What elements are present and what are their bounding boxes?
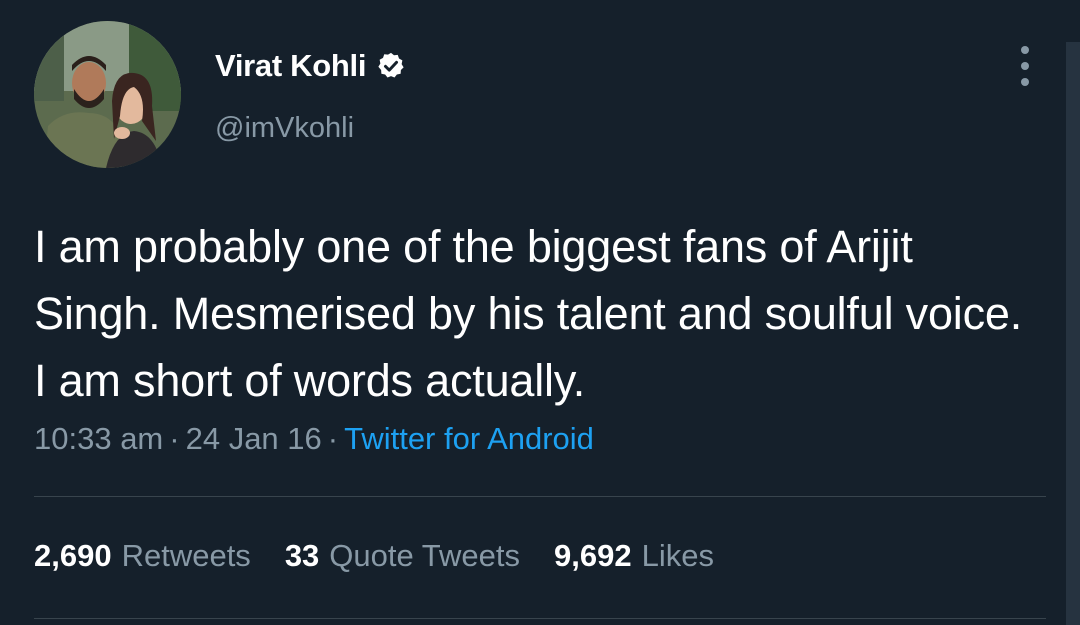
scrollbar[interactable] — [1066, 42, 1080, 625]
tweet-stats: 2,690 Retweets 33 Quote Tweets 9,692 Likes — [34, 538, 748, 574]
tweet-detail: Virat Kohli @imVkohli I am probably one … — [0, 0, 1080, 625]
stat-quote-tweets[interactable]: 33 Quote Tweets — [285, 538, 520, 574]
display-name[interactable]: Virat Kohli — [215, 48, 366, 84]
tweet-date[interactable]: 24 Jan 16 — [186, 421, 322, 456]
more-vertical-icon[interactable] — [1013, 46, 1037, 86]
tweet-time[interactable]: 10:33 am — [34, 421, 163, 456]
user-handle[interactable]: @imVkohli — [215, 112, 354, 145]
stat-retweets[interactable]: 2,690 Retweets — [34, 538, 251, 574]
stat-likes[interactable]: 9,692 Likes — [554, 538, 714, 574]
verified-badge-icon — [376, 51, 406, 81]
author-row: Virat Kohli — [215, 44, 406, 88]
avatar[interactable] — [34, 21, 181, 168]
tweet-source-link[interactable]: Twitter for Android — [344, 421, 594, 456]
meta-separator: · — [169, 421, 180, 456]
tweet-meta: 10:33 am · 24 Jan 16 · Twitter for Android — [34, 421, 594, 457]
meta-separator: · — [327, 421, 339, 456]
divider — [34, 618, 1046, 619]
tweet-text: I am probably one of the biggest fans of… — [34, 221, 1023, 406]
divider — [34, 496, 1046, 497]
avatar-photo — [34, 21, 181, 168]
